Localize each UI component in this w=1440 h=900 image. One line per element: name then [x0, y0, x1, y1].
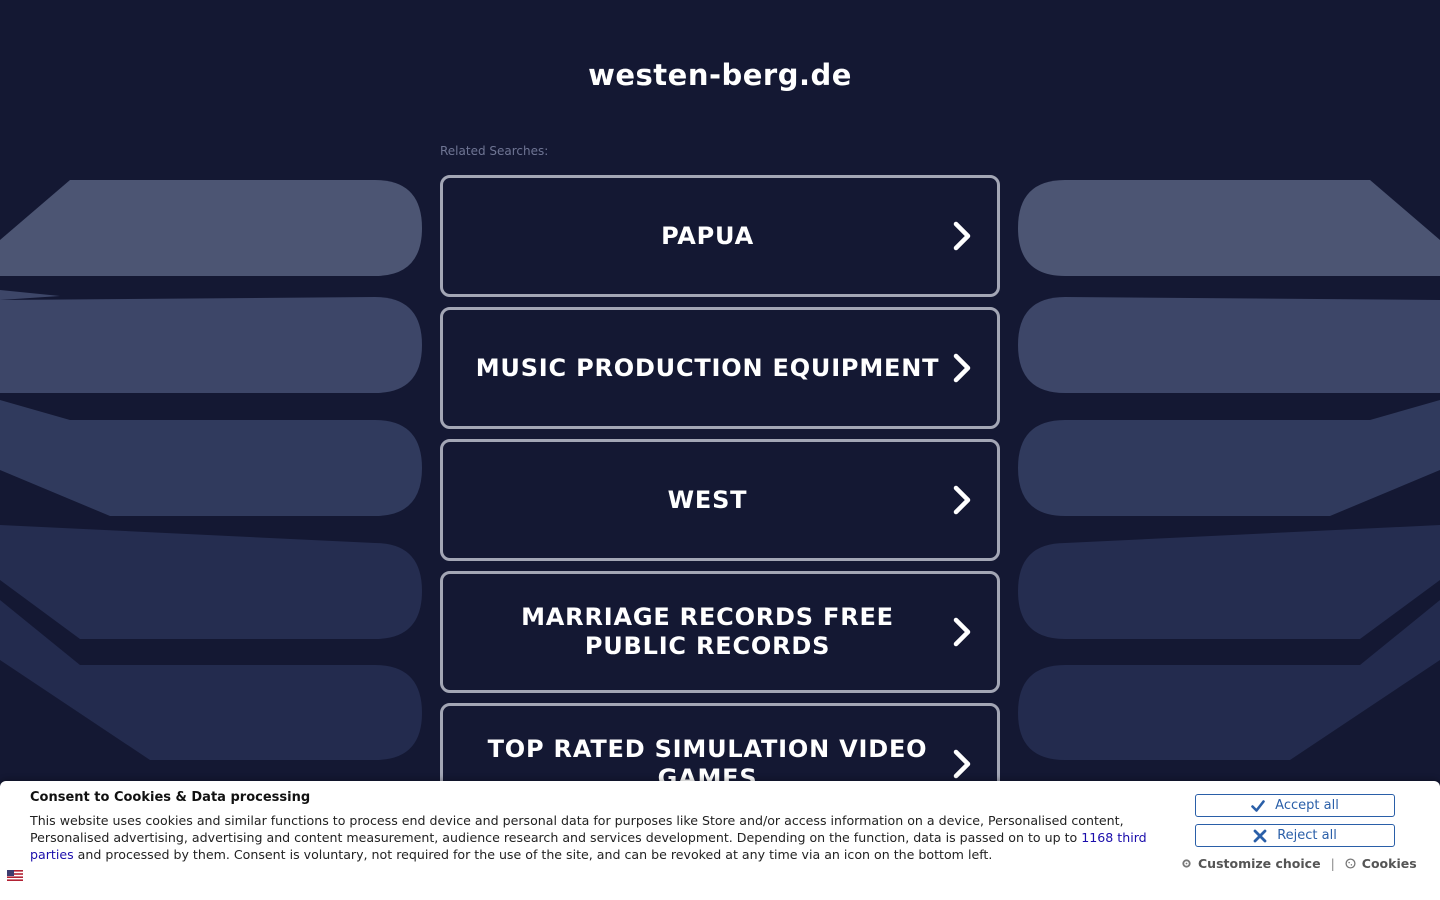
related-link-music-production-equipment[interactable]: MUSIC PRODUCTION EQUIPMENT: [440, 307, 1000, 429]
consent-description: This website uses cookies and similar fu…: [30, 812, 1165, 863]
related-link-label: WEST: [667, 485, 748, 514]
separator: |: [1330, 856, 1335, 871]
related-link-papua[interactable]: PAPUA: [440, 175, 1000, 297]
customize-choice-link[interactable]: Customize choice: [1198, 856, 1321, 871]
consent-text-part2: and processed by them. Consent is volunt…: [73, 847, 993, 862]
chevron-right-icon: [953, 221, 971, 251]
related-link-label: PAPUA: [661, 221, 754, 250]
check-icon: [1251, 799, 1265, 812]
related-link-marriage-records[interactable]: MARRIAGE RECORDS FREE PUBLIC RECORDS: [440, 571, 1000, 693]
accept-all-button[interactable]: Accept all: [1195, 794, 1395, 817]
customize-row: Customize choice | Cookies: [1181, 856, 1417, 871]
page: westen-berg.de Related Searches: PAPUA M…: [0, 0, 1440, 900]
site-title: westen-berg.de: [588, 58, 852, 92]
accept-all-label: Accept all: [1275, 798, 1339, 813]
chevron-right-icon: [953, 617, 971, 647]
related-link-label: MARRIAGE RECORDS FREE PUBLIC RECORDS: [521, 603, 894, 660]
chevron-right-icon: [953, 353, 971, 383]
consent-banner: Consent to Cookies & Data processing Thi…: [0, 781, 1440, 900]
close-icon: [1253, 829, 1267, 842]
cookies-link[interactable]: Cookies: [1362, 856, 1417, 871]
gear-icon: [1182, 859, 1191, 868]
consent-title: Consent to Cookies & Data processing: [30, 790, 311, 805]
reject-all-button[interactable]: Reject all: [1195, 824, 1395, 847]
flag-icon[interactable]: [7, 870, 23, 881]
related-searches-label: Related Searches:: [440, 144, 549, 158]
chevron-right-icon: [953, 485, 971, 515]
reject-all-label: Reject all: [1277, 828, 1337, 843]
consent-text-part1: This website uses cookies and similar fu…: [30, 813, 1124, 845]
related-links-list: PAPUA MUSIC PRODUCTION EQUIPMENT WEST MA…: [440, 175, 1000, 835]
related-link-label: MUSIC PRODUCTION EQUIPMENT: [475, 353, 940, 382]
cookie-icon: [1345, 858, 1356, 869]
chevron-right-icon: [953, 749, 971, 779]
related-link-west[interactable]: WEST: [440, 439, 1000, 561]
